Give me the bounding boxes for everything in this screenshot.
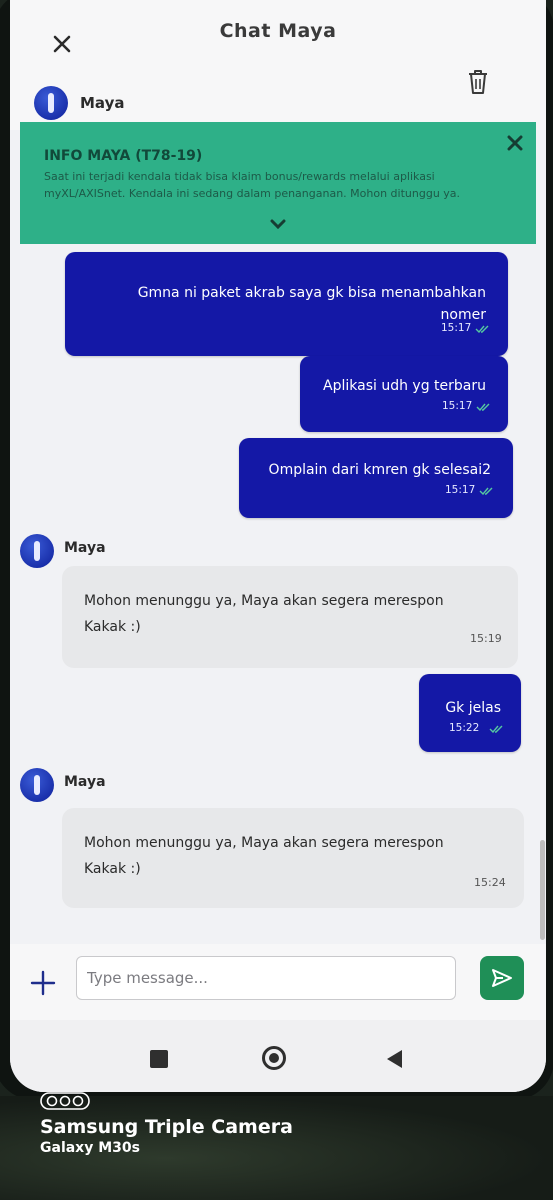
user-message: Gk jelas 15:22 xyxy=(419,674,521,752)
read-check-icon xyxy=(476,403,490,411)
agent-message: Mohon menunggu ya, Maya akan segera mere… xyxy=(62,566,518,668)
send-icon xyxy=(492,969,512,987)
avatar xyxy=(20,534,54,568)
message-time: 15:17 xyxy=(445,484,476,496)
read-check-icon xyxy=(479,487,493,495)
user-message: Omplain dari kmren gk selesai2 15:17 xyxy=(239,438,513,518)
page-title: Chat Maya xyxy=(219,20,337,42)
message-text: Mohon menunggu ya, Maya akan segera mere… xyxy=(84,835,444,877)
message-time: 15:22 xyxy=(449,722,480,734)
chevron-down-icon[interactable] xyxy=(270,218,286,230)
user-message: Aplikasi udh yg terbaru 15:17 xyxy=(300,356,508,432)
plus-icon[interactable] xyxy=(30,970,56,996)
message-text: Omplain dari kmren gk selesai2 xyxy=(268,462,491,478)
home-button[interactable] xyxy=(262,1046,286,1070)
back-button[interactable] xyxy=(384,1048,404,1070)
message-text: Gmna ni paket akrab saya gk bisa menamba… xyxy=(137,285,486,323)
sender-name: Maya xyxy=(64,540,106,556)
info-banner: INFO MAYA (T78-19) Saat ini terjadi kend… xyxy=(20,122,536,244)
phone-screen: Chat Maya Maya INFO MAYA (T78-19) Saat i… xyxy=(10,0,546,1092)
chat-messages[interactable]: Gmna ni paket akrab saya gk bisa menamba… xyxy=(10,244,546,944)
message-time: 15:17 xyxy=(441,322,472,334)
agent-name: Maya xyxy=(80,94,125,112)
message-input[interactable] xyxy=(76,956,456,1000)
message-text: Mohon menunggu ya, Maya akan segera mere… xyxy=(84,593,444,635)
banner-text: Saat ini terjadi kendala tidak bisa klai… xyxy=(44,170,461,200)
message-text: Gk jelas xyxy=(445,700,501,716)
agent-message: Mohon menunggu ya, Maya akan segera mere… xyxy=(62,808,524,908)
watermark-title: Samsung Triple Camera xyxy=(40,1116,293,1138)
recents-button[interactable] xyxy=(150,1050,168,1068)
message-text: Aplikasi udh yg terbaru xyxy=(323,378,486,394)
message-time: 15:24 xyxy=(474,876,506,889)
trash-icon[interactable] xyxy=(465,68,491,96)
system-nav-bar xyxy=(10,1020,546,1092)
sender-name: Maya xyxy=(64,774,106,790)
message-time: 15:19 xyxy=(470,632,502,645)
message-time: 15:17 xyxy=(442,400,473,412)
chat-header: Chat Maya Maya xyxy=(10,0,546,130)
read-check-icon xyxy=(475,325,489,333)
watermark-subtitle: Galaxy M30s xyxy=(40,1140,140,1156)
composer xyxy=(10,944,546,1020)
banner-title: INFO MAYA (T78-19) xyxy=(44,148,203,164)
read-check-icon xyxy=(489,725,503,733)
avatar xyxy=(34,86,68,120)
scrollbar[interactable] xyxy=(540,840,545,940)
camera-lenses-icon xyxy=(40,1092,90,1110)
avatar xyxy=(20,768,54,802)
close-icon[interactable] xyxy=(504,132,526,154)
send-button[interactable] xyxy=(480,956,524,1000)
user-message: Gmna ni paket akrab saya gk bisa menamba… xyxy=(65,252,508,356)
